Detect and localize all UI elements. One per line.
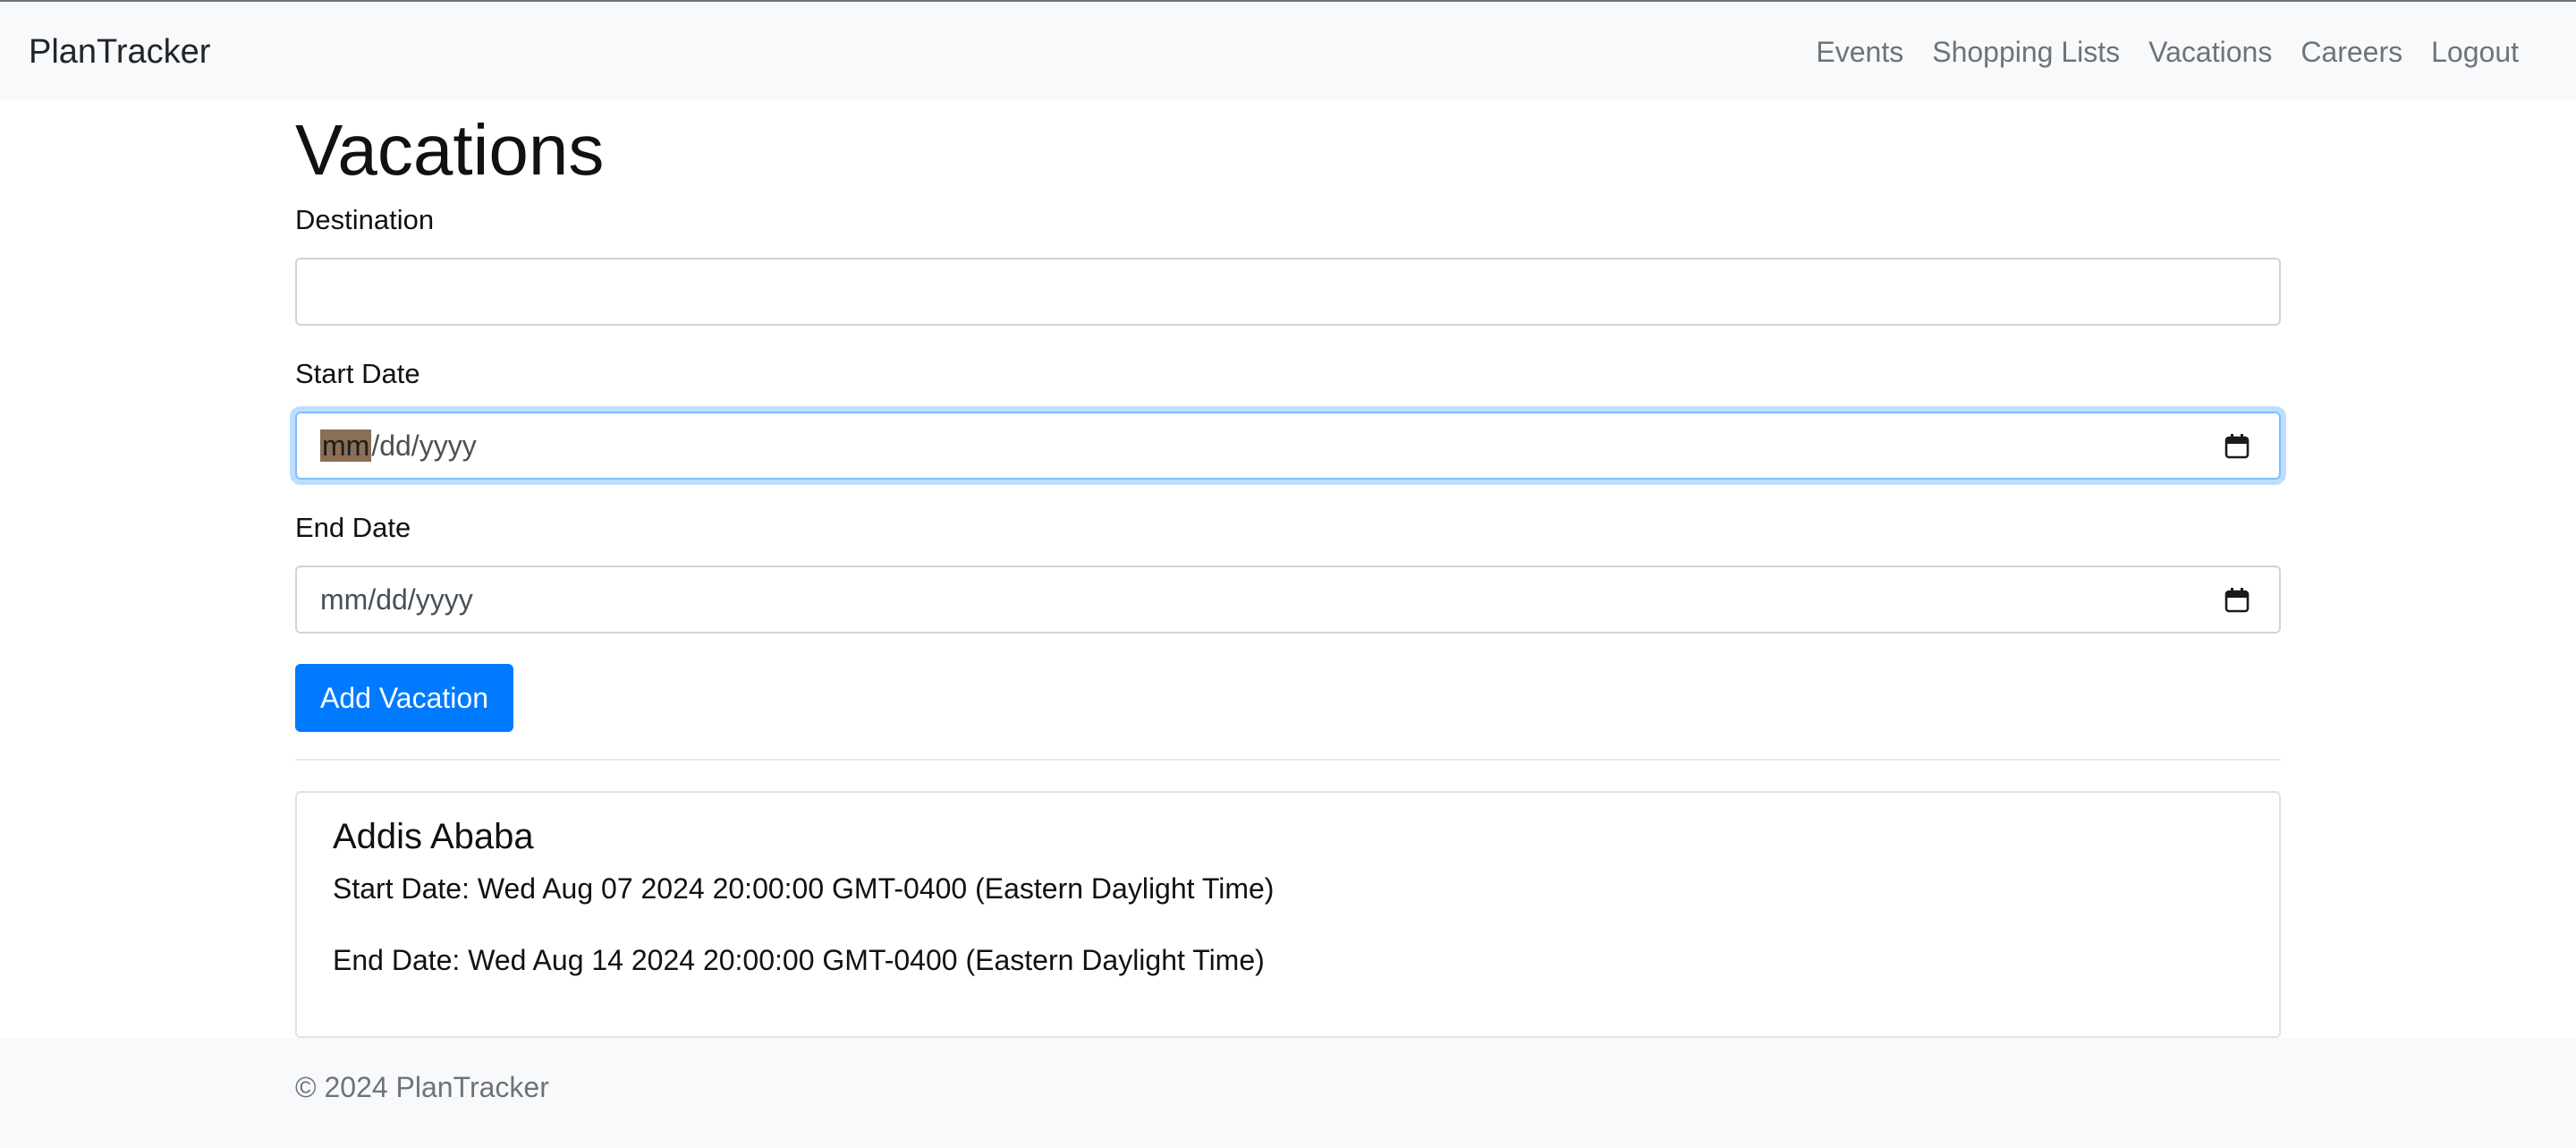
start-date-placeholder: mm/dd/yyyy (320, 413, 477, 478)
start-date-rest-segment[interactable]: /dd/yyyy (371, 429, 476, 462)
add-vacation-button[interactable]: Add Vacation (295, 664, 513, 732)
footer-copyright: © 2024 PlanTracker (295, 1071, 549, 1103)
nav-link-events[interactable]: Events (1801, 30, 1918, 73)
start-date-input[interactable]: mm/dd/yyyy (295, 412, 2281, 480)
destination-input[interactable] (295, 258, 2281, 326)
destination-label: Destination (295, 204, 435, 235)
start-date-month-segment[interactable]: mm (320, 429, 372, 462)
navbar: PlanTracker Events Shopping Lists Vacati… (0, 2, 2576, 100)
calendar-icon[interactable] (2224, 587, 2250, 614)
vacation-destination: Addis Ababa (333, 817, 534, 856)
vacation-card: Addis Ababa Start Date: Wed Aug 07 2024 … (295, 791, 2281, 1038)
end-date-label: End Date (295, 512, 411, 543)
calendar-icon[interactable] (2224, 433, 2250, 460)
footer: © 2024 PlanTracker (0, 1038, 2576, 1148)
end-date-input[interactable]: mm/dd/yyyy (295, 565, 2281, 634)
nav-link-careers[interactable]: Careers (2286, 30, 2417, 73)
nav-link-vacations[interactable]: Vacations (2134, 30, 2286, 73)
nav-link-logout[interactable]: Logout (2417, 30, 2533, 73)
page-title: Vacations (295, 110, 605, 190)
nav-link-shopping-lists[interactable]: Shopping Lists (1918, 30, 2134, 73)
brand-logo[interactable]: PlanTracker (29, 30, 210, 73)
vacation-end-date: End Date: Wed Aug 14 2024 20:00:00 GMT-0… (333, 944, 1265, 976)
start-date-label: Start Date (295, 358, 420, 389)
nav-links: Events Shopping Lists Vacations Careers … (1801, 30, 2533, 73)
end-date-placeholder: mm/dd/yyyy (320, 583, 473, 616)
vacation-start-date: Start Date: Wed Aug 07 2024 20:00:00 GMT… (333, 872, 1275, 905)
divider (295, 759, 2281, 761)
